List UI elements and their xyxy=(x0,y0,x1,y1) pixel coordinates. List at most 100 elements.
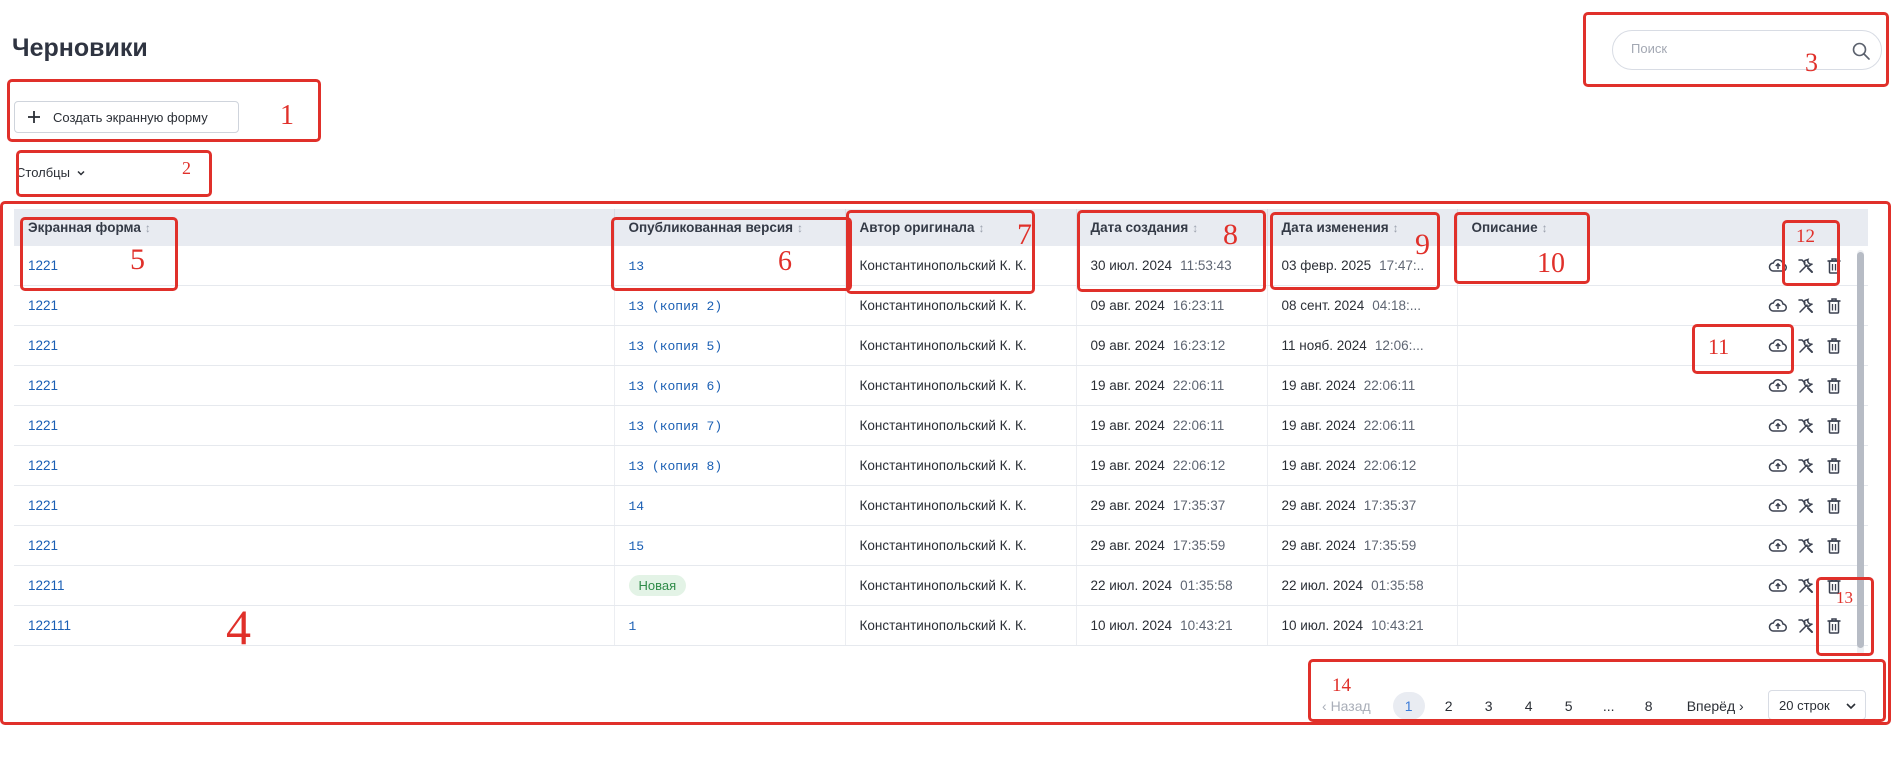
sort-icon[interactable]: ↕ xyxy=(1542,221,1548,235)
table-row[interactable]: 1221 13 Константинопольский К. К. 30 июл. 2… xyxy=(14,246,1868,286)
version-link[interactable]: 1 xyxy=(629,619,637,634)
prev-page-button[interactable]: ‹ Назад xyxy=(1322,698,1371,714)
column-header-form[interactable]: Экранная форма ↕ xyxy=(14,209,615,246)
wrench-screwdriver-icon[interactable] xyxy=(1796,576,1816,596)
table-scrollbar-thumb[interactable] xyxy=(1857,252,1864,648)
form-link[interactable]: 1221 xyxy=(28,258,58,273)
table-row[interactable]: 1221 14 Константинопольский К. К. 29 авг. 2… xyxy=(14,485,1868,526)
page-8-button[interactable]: 8 xyxy=(1633,692,1665,720)
form-link[interactable]: 12211 xyxy=(28,578,65,593)
table-row[interactable]: 1221 13 (копия 5) Константинопольский К. К… xyxy=(14,325,1868,366)
wrench-screwdriver-icon[interactable] xyxy=(1796,416,1816,436)
trash-icon[interactable] xyxy=(1824,296,1844,316)
cell-created: 30 июл. 2024 11:53:43 xyxy=(1076,246,1268,286)
cell-form: 1221 xyxy=(14,405,615,446)
wrench-screwdriver-icon[interactable] xyxy=(1796,496,1816,516)
version-link[interactable]: 13 (копия 5) xyxy=(629,339,723,354)
form-link[interactable]: 1221 xyxy=(28,378,58,393)
cell-created: 09 авг. 2024 16:23:12 xyxy=(1076,325,1268,366)
search-input[interactable] xyxy=(1629,40,1843,57)
modified-time: 22:06:11 xyxy=(1363,378,1416,393)
page-3-button[interactable]: 3 xyxy=(1473,692,1505,720)
trash-icon[interactable] xyxy=(1824,256,1844,276)
wrench-screwdriver-icon[interactable] xyxy=(1796,256,1816,276)
modified-date: 03 февр. 2025 xyxy=(1281,258,1372,273)
sort-icon[interactable]: ↕ xyxy=(145,221,151,235)
cloud-upload-icon[interactable] xyxy=(1768,296,1788,316)
wrench-screwdriver-icon[interactable] xyxy=(1796,536,1816,556)
wrench-screwdriver-icon[interactable] xyxy=(1796,336,1816,356)
next-page-button[interactable]: Вперёд › xyxy=(1687,698,1744,714)
table-row[interactable]: 1221 13 (копия 7) Константинопольский К. К… xyxy=(14,405,1868,446)
search-icon[interactable] xyxy=(1851,41,1871,61)
trash-icon[interactable] xyxy=(1824,536,1844,556)
page-1-button[interactable]: 1 xyxy=(1392,692,1425,720)
cell-actions xyxy=(1457,285,1868,326)
trash-icon[interactable] xyxy=(1824,416,1844,436)
version-link[interactable]: 15 xyxy=(629,539,645,554)
table-header-row: Экранная форма ↕ Опубликованная версия ↕ А… xyxy=(14,209,1868,246)
sort-icon[interactable]: ↕ xyxy=(1192,221,1198,235)
modified-time: 17:47:.. xyxy=(1379,258,1425,273)
cell-created: 29 авг. 2024 17:35:37 xyxy=(1076,485,1268,526)
search-box[interactable] xyxy=(1612,30,1882,70)
column-header-modified[interactable]: Дата изменения ↕ xyxy=(1267,209,1458,246)
trash-icon[interactable] xyxy=(1824,376,1844,396)
table-row[interactable]: 122111 1 Константинопольский К. К. 10 июл. … xyxy=(14,605,1868,646)
column-header-created[interactable]: Дата создания ↕ xyxy=(1076,209,1268,246)
wrench-screwdriver-icon[interactable] xyxy=(1796,616,1816,636)
trash-icon[interactable] xyxy=(1824,336,1844,356)
wrench-screwdriver-icon[interactable] xyxy=(1796,376,1816,396)
column-header-author[interactable]: Автор оригинала ↕ xyxy=(845,209,1077,246)
create-form-button[interactable]: Создать экранную форму xyxy=(14,101,239,133)
sort-icon[interactable]: ↕ xyxy=(797,221,803,235)
trash-icon[interactable] xyxy=(1824,616,1844,636)
version-link[interactable]: 13 xyxy=(629,259,645,274)
table-row[interactable]: 1221 13 (копия 2) Константинопольский К. К… xyxy=(14,285,1868,326)
table-row[interactable]: 12211 Новая Константинопольский К. К. 22 ию… xyxy=(14,565,1868,606)
form-link[interactable]: 1221 xyxy=(28,538,58,553)
cloud-upload-icon[interactable] xyxy=(1768,576,1788,596)
page-5-button[interactable]: 5 xyxy=(1553,692,1585,720)
rows-per-page-select[interactable]: 20 строк xyxy=(1768,690,1866,720)
version-link[interactable]: 13 (копия 6) xyxy=(629,379,723,394)
version-link[interactable]: 14 xyxy=(629,499,645,514)
trash-icon[interactable] xyxy=(1824,496,1844,516)
form-link[interactable]: 122111 xyxy=(28,618,71,633)
form-link[interactable]: 1221 xyxy=(28,298,58,313)
cloud-upload-icon[interactable] xyxy=(1768,256,1788,276)
table-row[interactable]: 1221 13 (копия 8) Константинопольский К. К… xyxy=(14,445,1868,486)
sort-icon[interactable]: ↕ xyxy=(1393,221,1399,235)
cell-modified: 29 авг. 2024 17:35:59 xyxy=(1267,525,1458,566)
modified-time: 22:06:11 xyxy=(1363,418,1416,433)
page-4-button[interactable]: 4 xyxy=(1513,692,1545,720)
cloud-upload-icon[interactable] xyxy=(1768,336,1788,356)
form-link[interactable]: 1221 xyxy=(28,338,58,353)
modified-time: 17:35:37 xyxy=(1363,498,1417,513)
wrench-screwdriver-icon[interactable] xyxy=(1796,456,1816,476)
form-link[interactable]: 1221 xyxy=(28,498,58,513)
cloud-upload-icon[interactable] xyxy=(1768,456,1788,476)
sort-icon[interactable]: ↕ xyxy=(979,221,985,235)
cloud-upload-icon[interactable] xyxy=(1768,376,1788,396)
trash-icon[interactable] xyxy=(1824,456,1844,476)
cloud-upload-icon[interactable] xyxy=(1768,416,1788,436)
version-link[interactable]: 13 (копия 7) xyxy=(629,419,723,434)
table-row[interactable]: 1221 13 (копия 6) Константинопольский К. К… xyxy=(14,365,1868,406)
table-row[interactable]: 1221 15 Константинопольский К. К. 29 авг. 2… xyxy=(14,525,1868,566)
column-header-version[interactable]: Опубликованная версия ↕ xyxy=(614,209,846,246)
cloud-upload-icon[interactable] xyxy=(1768,536,1788,556)
cloud-upload-icon[interactable] xyxy=(1768,616,1788,636)
created-time: 10:43:21 xyxy=(1180,618,1233,633)
form-link[interactable]: 1221 xyxy=(28,458,58,473)
version-link[interactable]: 13 (копия 2) xyxy=(629,299,723,314)
form-link[interactable]: 1221 xyxy=(28,418,58,433)
wrench-screwdriver-icon[interactable] xyxy=(1796,296,1816,316)
version-link[interactable]: 13 (копия 8) xyxy=(629,459,723,474)
trash-icon[interactable] xyxy=(1824,576,1844,596)
modified-time: 04:18:... xyxy=(1372,298,1421,313)
page-2-button[interactable]: 2 xyxy=(1433,692,1465,720)
column-header-description[interactable]: Описание ↕ xyxy=(1457,209,1868,246)
cloud-upload-icon[interactable] xyxy=(1768,496,1788,516)
columns-dropdown[interactable]: Столбцы xyxy=(16,165,86,180)
